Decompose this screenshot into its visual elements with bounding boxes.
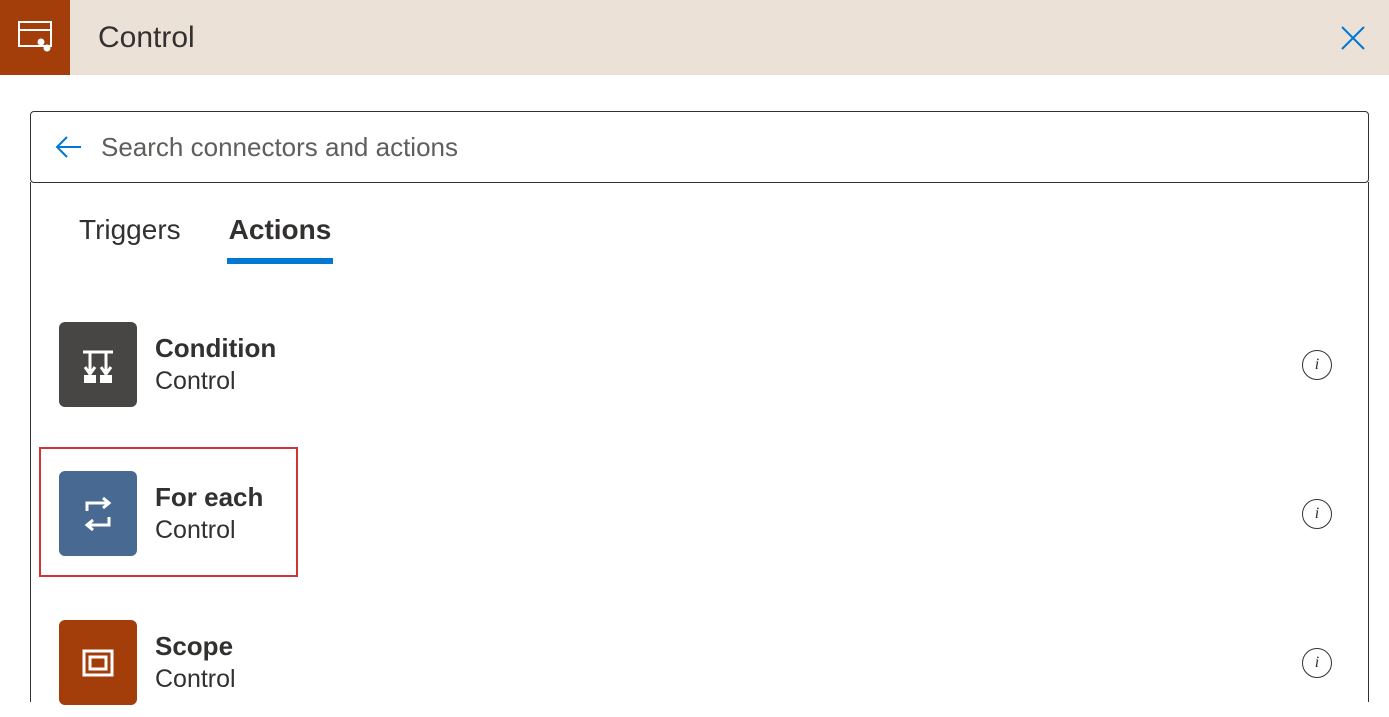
control-connector-icon [0, 0, 70, 75]
tab-triggers[interactable]: Triggers [79, 214, 181, 262]
header-bar: Control [0, 0, 1389, 75]
action-title: Scope [155, 631, 236, 662]
info-button[interactable]: i [1302, 499, 1332, 529]
scope-icon [59, 620, 137, 705]
action-list: Condition Control i For each [31, 310, 1368, 717]
header-title: Control [98, 21, 1329, 55]
search-row [30, 111, 1369, 183]
action-subtitle: Control [155, 366, 276, 396]
search-input[interactable] [101, 132, 1356, 163]
close-button[interactable] [1329, 14, 1377, 62]
action-text: For each Control [155, 482, 263, 545]
action-scope[interactable]: Scope Control i [31, 608, 1368, 717]
action-text: Scope Control [155, 631, 236, 694]
foreach-icon [59, 471, 137, 556]
action-subtitle: Control [155, 515, 263, 545]
info-button[interactable]: i [1302, 648, 1332, 678]
condition-icon [59, 322, 137, 407]
action-for-each[interactable]: For each Control i [31, 459, 1368, 568]
content-area: Triggers Actions Conditio [0, 75, 1389, 702]
info-button[interactable]: i [1302, 350, 1332, 380]
action-subtitle: Control [155, 664, 236, 694]
action-title: For each [155, 482, 263, 513]
back-button[interactable] [51, 129, 87, 165]
back-arrow-icon [53, 131, 85, 163]
action-condition[interactable]: Condition Control i [31, 310, 1368, 419]
tab-actions[interactable]: Actions [229, 214, 332, 262]
panel: Triggers Actions Conditio [30, 182, 1369, 702]
tab-strip: Triggers Actions [31, 214, 1368, 262]
action-text: Condition Control [155, 333, 276, 396]
action-title: Condition [155, 333, 276, 364]
close-icon [1338, 23, 1368, 53]
